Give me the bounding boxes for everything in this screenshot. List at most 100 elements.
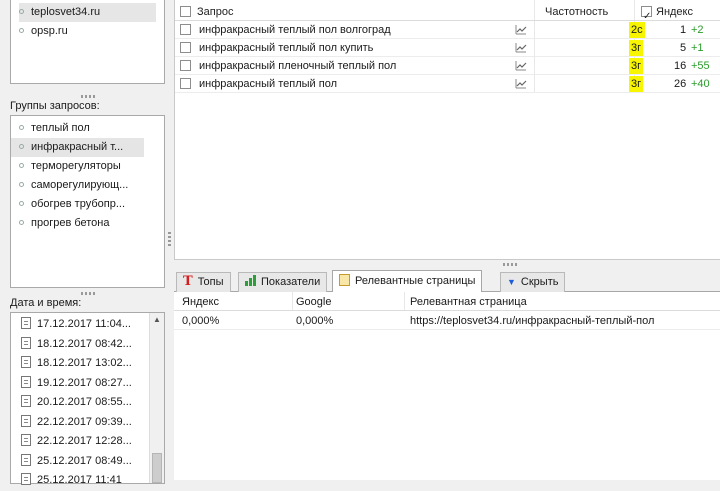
list-item[interactable]: прогрев бетона — [11, 214, 164, 233]
splitter-grip[interactable] — [81, 95, 95, 98]
list-item[interactable]: 25.12.2017 08:49... — [11, 452, 164, 472]
tab-label: Релевантные страницы — [355, 275, 476, 287]
splitter-grip[interactable] — [81, 292, 95, 295]
group-label: теплый пол — [31, 122, 90, 134]
table-row[interactable]: инфракрасный пленочный теплый пол 3г 16 … — [175, 57, 720, 75]
site-item[interactable]: teplosvet34.ru — [19, 3, 156, 22]
document-icon — [21, 453, 31, 466]
date-label: 25.12.2017 11:41 — [37, 474, 122, 486]
list-item[interactable]: теплый пол — [11, 119, 164, 138]
group-bullet-icon — [19, 125, 24, 130]
position-value: 26 — [674, 78, 687, 90]
group-bullet-icon — [19, 201, 24, 206]
group-label: инфракрасный т... — [31, 141, 124, 153]
list-item[interactable]: 25.12.2017 11:41 — [11, 471, 164, 491]
group-label: прогрев бетона — [31, 217, 110, 229]
yandex-column-checkbox[interactable] — [641, 0, 652, 30]
position-delta: +55 — [691, 60, 710, 72]
bottom-tabs: T Топы Показатели Релевантные страницы ▼ С… — [174, 270, 720, 293]
row-checkbox[interactable] — [180, 24, 191, 35]
list-item[interactable]: 22.12.2017 12:28... — [11, 432, 164, 452]
chart-icon[interactable] — [515, 24, 527, 35]
group-bullet-icon — [19, 163, 24, 168]
list-item[interactable]: обогрев трубопр... — [11, 195, 164, 214]
position-delta: +1 — [691, 42, 704, 54]
position-value: 5 — [680, 42, 687, 54]
scroll-up-icon[interactable]: ▲ — [153, 315, 161, 324]
chart-icon[interactable] — [515, 60, 527, 71]
position-delta: +2 — [691, 24, 704, 36]
column-header-page[interactable]: Релевантная страница — [410, 292, 527, 311]
date-label: 19.12.2017 08:27... — [37, 376, 132, 389]
row-checkbox[interactable] — [180, 60, 191, 71]
table-header: Яндекс Google Релевантная страница — [174, 292, 720, 311]
groups-list[interactable]: теплый пол инфракрасный т... терморегуля… — [10, 115, 165, 288]
site-bullet-icon — [19, 9, 24, 14]
table-row[interactable]: инфракрасный теплый пол купить 3г 5 +1 — [175, 39, 720, 57]
row-checkbox[interactable] — [180, 42, 191, 53]
chart-icon[interactable] — [515, 78, 527, 89]
document-icon — [21, 434, 31, 446]
site-item-label: teplosvet34.ru — [31, 6, 101, 18]
column-header-frequency[interactable]: Частотность — [545, 0, 608, 21]
table-row[interactable]: инфракрасный теплый пол 3г 26 +40 — [175, 75, 720, 93]
group-label: терморегуляторы — [31, 160, 121, 172]
group-bullet-icon — [19, 144, 24, 149]
tab-label: Показатели — [261, 276, 321, 288]
document-icon — [21, 317, 31, 329]
list-item[interactable]: 20.12.2017 08:55... — [11, 393, 164, 413]
site-item[interactable]: opsp.ru — [11, 22, 164, 41]
chart-icon[interactable] — [515, 42, 527, 53]
checkbox[interactable] — [641, 4, 652, 30]
document-icon — [21, 356, 31, 368]
scrollbar-thumb[interactable] — [152, 453, 162, 483]
page-url[interactable]: https://teplosvet34.ru/инфракрасный-тепл… — [410, 311, 654, 330]
group-bullet-icon — [19, 220, 24, 225]
dates-list[interactable]: 17.12.2017 11:04... 18.12.2017 08:42... … — [10, 312, 165, 486]
relevant-pages-table: Яндекс Google Релевантная страница 0,000… — [174, 292, 720, 480]
document-icon — [21, 375, 31, 388]
splitter-grip[interactable] — [503, 263, 517, 266]
document-icon — [21, 414, 31, 427]
site-item-label: opsp.ru — [31, 25, 68, 37]
position-delta: +40 — [691, 78, 710, 90]
date-label: 18.12.2017 08:42... — [37, 337, 132, 350]
list-item[interactable]: 19.12.2017 08:27... — [11, 374, 164, 394]
list-item[interactable]: 22.12.2017 09:39... — [11, 413, 164, 433]
tab-label: Скрыть — [520, 276, 559, 288]
list-item[interactable]: 18.12.2017 13:02... — [11, 354, 164, 374]
column-header-google[interactable]: Google — [296, 292, 331, 311]
dates-scrollbar[interactable]: ▲ — [149, 313, 164, 483]
column-header-query[interactable]: Запрос — [197, 0, 233, 21]
site-bullet-icon — [19, 28, 24, 33]
tab-tops[interactable]: T Топы — [176, 272, 231, 292]
column-header-yandex[interactable]: Яндекс — [656, 0, 693, 21]
document-icon — [21, 473, 31, 485]
list-item[interactable]: 18.12.2017 08:42... — [11, 335, 164, 355]
page-icon — [339, 274, 350, 286]
tab-hide[interactable]: ▼ Скрыть — [500, 272, 566, 292]
table-row[interactable]: инфракрасный теплый пол волгоград 2с 1 +… — [175, 21, 720, 39]
tab-label: Топы — [197, 276, 224, 288]
tab-relevant-pages[interactable]: Релевантные страницы — [332, 270, 483, 293]
list-item[interactable]: саморегулирующ... — [11, 176, 164, 195]
date-label: 20.12.2017 08:55... — [37, 396, 132, 408]
document-icon — [21, 395, 31, 407]
groups-label: Группы запросов: — [10, 100, 100, 112]
checkbox[interactable] — [180, 6, 191, 17]
column-header-yandex[interactable]: Яндекс — [182, 292, 219, 311]
position-badge: 3г — [629, 58, 644, 74]
list-item[interactable]: инфракрасный т... — [11, 138, 144, 157]
row-checkbox[interactable] — [180, 78, 191, 89]
select-all-checkbox[interactable] — [180, 0, 191, 21]
document-icon — [21, 336, 31, 349]
splitter-grip[interactable] — [168, 232, 171, 246]
list-item[interactable]: 17.12.2017 11:04... — [11, 315, 164, 335]
date-label: 17.12.2017 11:04... — [37, 318, 131, 330]
tab-metrics[interactable]: Показатели — [238, 272, 328, 292]
table-header: Запрос Частотность Яндекс — [175, 0, 720, 30]
google-value: 0,000% — [296, 315, 334, 327]
list-item[interactable]: терморегуляторы — [11, 157, 164, 176]
sites-list[interactable]: teplosvet34.ru opsp.ru — [10, 0, 165, 84]
table-row[interactable]: 0,000% 0,000% https://teplosvet34.ru/инф… — [174, 311, 720, 330]
